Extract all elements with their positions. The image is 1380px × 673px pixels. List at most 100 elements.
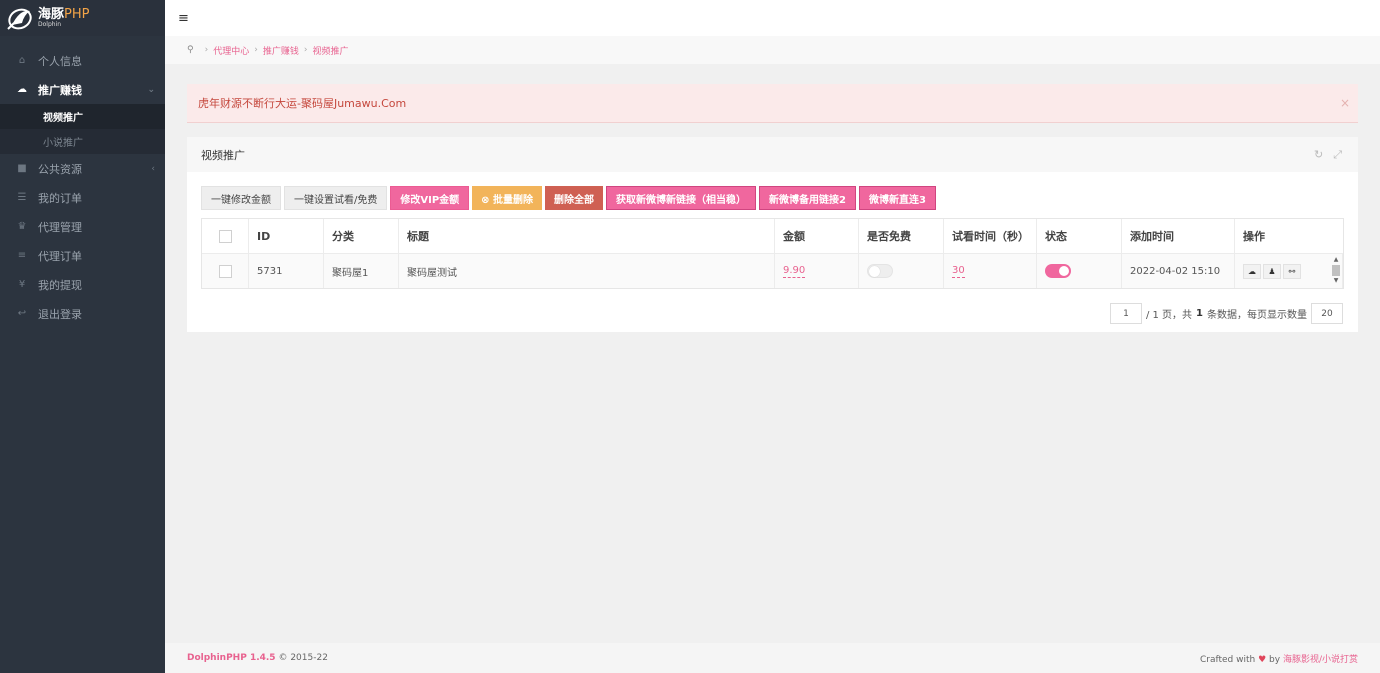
sidebar-submenu: 视频推广 小说推广	[0, 104, 165, 154]
scroll-thumb[interactable]	[1332, 265, 1340, 276]
sidebar-subitem-video-promo[interactable]: 视频推广	[0, 104, 165, 129]
chevron-left-icon: ‹	[151, 163, 155, 174]
breadcrumb-link-promote[interactable]: 推广赚钱	[263, 44, 299, 57]
cell-title: 聚码屋测试	[399, 254, 775, 288]
qq-icon[interactable]: ♟	[1263, 263, 1281, 279]
get-weibo-link-button[interactable]: 获取新微博新链接（相当稳）	[606, 186, 757, 210]
sidebar-item-withdrawals[interactable]: ¥ 我的提现	[0, 270, 165, 299]
sidebar-item-label: 退出登录	[38, 307, 82, 321]
sidebar-item-label: 推广赚钱	[38, 83, 82, 97]
dolphin-logo-icon	[6, 5, 34, 31]
sidebar-item-label: 我的提现	[38, 278, 82, 292]
cell-added-time: 2022-04-02 15:10	[1122, 254, 1235, 288]
menu-toggle-icon[interactable]: ≡	[178, 11, 189, 26]
scrollbar[interactable]: ▲ ▼	[1332, 256, 1340, 286]
pager-count: 1	[1196, 308, 1203, 319]
sidebar-item-promote[interactable]: ☁ 推广赚钱 ⌄	[0, 75, 165, 104]
column-header-status[interactable]: 状态	[1037, 219, 1122, 253]
pager-count-suffix: 条数据，每页显示数量	[1207, 310, 1307, 321]
content-panel: 视频推广 ↻ ⤢ 一键修改金额 一键设置试看/免费 修改VIP金额 ⊗ 批量删除…	[187, 137, 1358, 332]
sidebar-item-logout[interactable]: ↩ 退出登录	[0, 299, 165, 328]
toolbar: 一键修改金额 一键设置试看/免费 修改VIP金额 ⊗ 批量删除 删除全部 获取新…	[201, 186, 936, 210]
footer-by: by	[1269, 654, 1281, 665]
column-header-free[interactable]: 是否免费	[859, 219, 944, 253]
weibo-backup-link-button[interactable]: 新微博备用链接2	[759, 186, 857, 210]
pagination: 1 / 1 页，共 1 条数据，每页显示数量 20	[1109, 303, 1343, 324]
sidebar-item-label: 代理订单	[38, 249, 82, 263]
status-toggle[interactable]	[1045, 264, 1071, 278]
sidebar-subitem-novel-promo[interactable]: 小说推广	[0, 129, 165, 154]
breadcrumb-link-video-promo[interactable]: 视频推广	[312, 44, 348, 57]
delete-all-button[interactable]: 删除全部	[545, 186, 604, 210]
breadcrumb: ⚲ › 代理中心 › 推广赚钱 › 视频推广	[165, 36, 1380, 64]
column-header-actions: 操作	[1243, 230, 1265, 243]
cell-id: 5731	[249, 254, 324, 288]
alert-text: 虎年财源不断行大运-聚码屋Jumawu.Com	[198, 97, 407, 110]
footer-version-link[interactable]: DolphinPHP 1.4.5	[187, 653, 276, 663]
brand-subtitle: Dolphin	[38, 21, 62, 28]
table-row: 5731 聚码屋1 聚码屋测试 9.90 30 2022-04-02 15:10…	[202, 254, 1343, 288]
sidebar-item-agent-management[interactable]: ♛ 代理管理	[0, 212, 165, 241]
sidebar-item-my-orders[interactable]: ☰ 我的订单	[0, 183, 165, 212]
column-header-id[interactable]: ID	[249, 219, 324, 253]
fullscreen-icon[interactable]: ⤢	[1333, 148, 1342, 162]
row-checkbox[interactable]	[218, 264, 232, 278]
weibo-direct-link-button[interactable]: 微博新直连3	[859, 186, 936, 210]
close-icon[interactable]: ×	[1340, 96, 1350, 110]
video-icon: ■	[17, 163, 27, 174]
breadcrumb-link-agent-center[interactable]: 代理中心	[213, 44, 249, 57]
table-header-row: ID 分类 标题 金额 是否免费 试看时间（秒） 状态 添加时间 操作	[202, 219, 1343, 254]
sidebar-item-label: 公共资源	[38, 162, 82, 176]
heart-icon: ♥	[1258, 654, 1267, 665]
page-number-input[interactable]: 1	[1109, 303, 1142, 324]
batch-delete-button[interactable]: ⊗ 批量删除	[472, 186, 543, 210]
batch-edit-amount-button[interactable]: 一键修改金额	[201, 186, 281, 210]
column-header-amount[interactable]: 金额	[775, 219, 859, 253]
list-icon: ☰	[17, 192, 27, 203]
top-header: ≡	[165, 0, 1380, 36]
wechat-icon[interactable]: ☁	[1243, 263, 1261, 279]
cell-amount-editable[interactable]: 9.90	[783, 265, 806, 278]
brand[interactable]: 海豚PHP Dolphin	[0, 0, 165, 36]
batch-set-preview-free-button[interactable]: 一键设置试看/免费	[284, 186, 388, 210]
scroll-up-icon[interactable]: ▲	[1332, 256, 1340, 264]
sidebar-item-profile[interactable]: ⌂ 个人信息	[0, 46, 165, 75]
footer-author-link[interactable]: 海豚影视/小说打赏	[1283, 655, 1358, 665]
alert-banner: 虎年财源不断行大运-聚码屋Jumawu.Com ×	[187, 84, 1358, 123]
sidebar-item-label: 个人信息	[38, 54, 82, 68]
footer-copyright: © 2015-22	[278, 653, 328, 663]
link-icon[interactable]: ⚯	[1283, 263, 1301, 279]
refresh-icon[interactable]: ↻	[1314, 148, 1323, 162]
scroll-down-icon[interactable]: ▼	[1332, 277, 1340, 285]
panel-header: 视频推广 ↻ ⤢	[187, 137, 1358, 172]
pager-total-pages: / 1 页，共	[1145, 310, 1193, 321]
reply-icon: ↩	[17, 308, 27, 319]
sidebar-item-label: 代理管理	[38, 220, 82, 234]
map-pin-icon: ⚲	[187, 45, 194, 55]
per-page-input[interactable]: 20	[1311, 303, 1343, 324]
column-header-added-time[interactable]: 添加时间	[1122, 219, 1235, 253]
free-toggle[interactable]	[867, 264, 893, 278]
home-icon: ⌂	[18, 55, 26, 66]
edit-vip-amount-button[interactable]: 修改VIP金额	[390, 186, 470, 210]
data-table: ID 分类 标题 金额 是否免费 试看时间（秒） 状态 添加时间 操作 5731…	[201, 218, 1344, 289]
sidebar-item-public-resources[interactable]: ■ 公共资源 ‹	[0, 154, 165, 183]
select-all-checkbox[interactable]	[218, 229, 232, 243]
chevron-down-icon: ⌄	[147, 84, 155, 95]
sidebar-item-label: 我的订单	[38, 191, 82, 205]
column-header-title[interactable]: 标题	[399, 219, 775, 253]
column-header-preview-time[interactable]: 试看时间（秒）	[944, 219, 1037, 253]
yen-icon: ¥	[18, 279, 26, 290]
bars-icon: ≡	[17, 250, 27, 261]
column-header-category[interactable]: 分类	[324, 219, 399, 253]
cell-category: 聚码屋1	[324, 254, 399, 288]
sidebar: 海豚PHP Dolphin ⌂ 个人信息 ☁ 推广赚钱 ⌄ 视频推广 小说推广 …	[0, 0, 165, 673]
sidebar-nav: ⌂ 个人信息 ☁ 推广赚钱 ⌄ 视频推广 小说推广 ■ 公共资源 ‹ ☰ 我的订…	[0, 46, 165, 328]
users-icon: ♛	[17, 221, 27, 232]
cell-preview-time-editable[interactable]: 30	[952, 265, 965, 278]
brand-name: 海豚PHP	[38, 7, 90, 22]
sidebar-item-agent-orders[interactable]: ≡ 代理订单	[0, 241, 165, 270]
footer-crafted: Crafted with	[1199, 654, 1256, 665]
panel-title: 视频推广	[201, 148, 245, 162]
cloud-icon: ☁	[17, 84, 27, 95]
